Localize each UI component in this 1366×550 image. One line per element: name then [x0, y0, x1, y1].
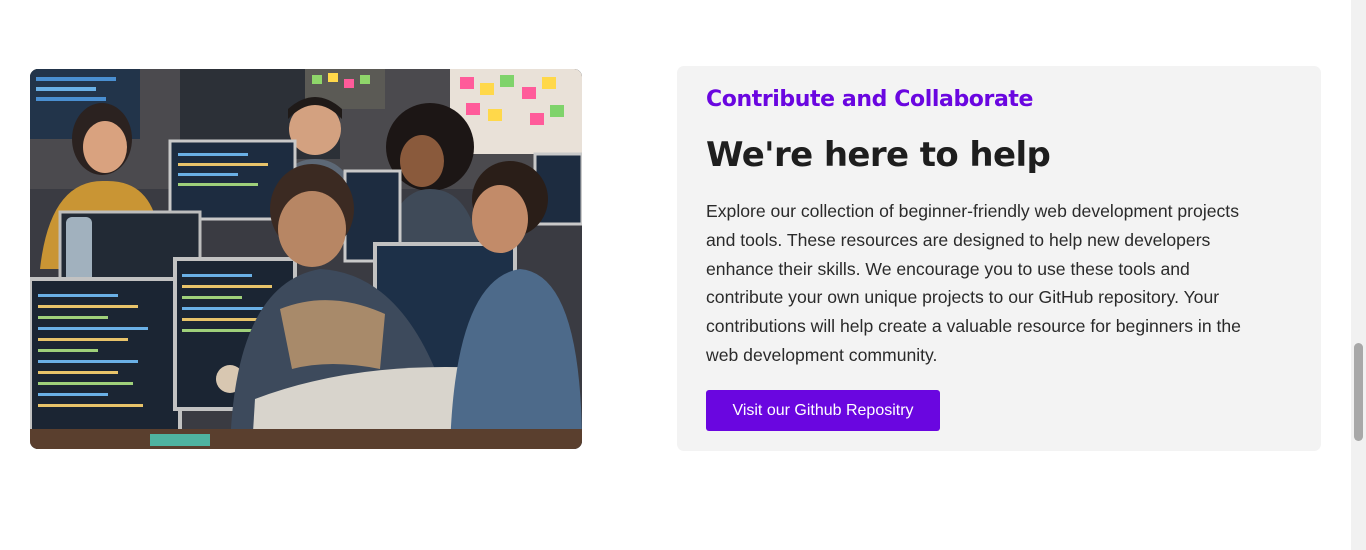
section-headline: We're here to help	[706, 135, 1051, 175]
section-description: Explore our collection of beginner-frien…	[706, 201, 1241, 365]
team-photo	[30, 69, 582, 449]
section-eyebrow: Contribute and Collaborate	[706, 87, 1034, 112]
scrollbar-thumb[interactable]	[1354, 343, 1363, 441]
page-scrollbar[interactable]	[1351, 0, 1366, 550]
page: Contribute and Collaborate We're here to…	[0, 0, 1366, 550]
collaborate-card: Contribute and Collaborate We're here to…	[677, 66, 1321, 451]
team-photo-illustration	[30, 69, 582, 449]
github-repo-button[interactable]: Visit our Github Repositry	[706, 390, 940, 431]
